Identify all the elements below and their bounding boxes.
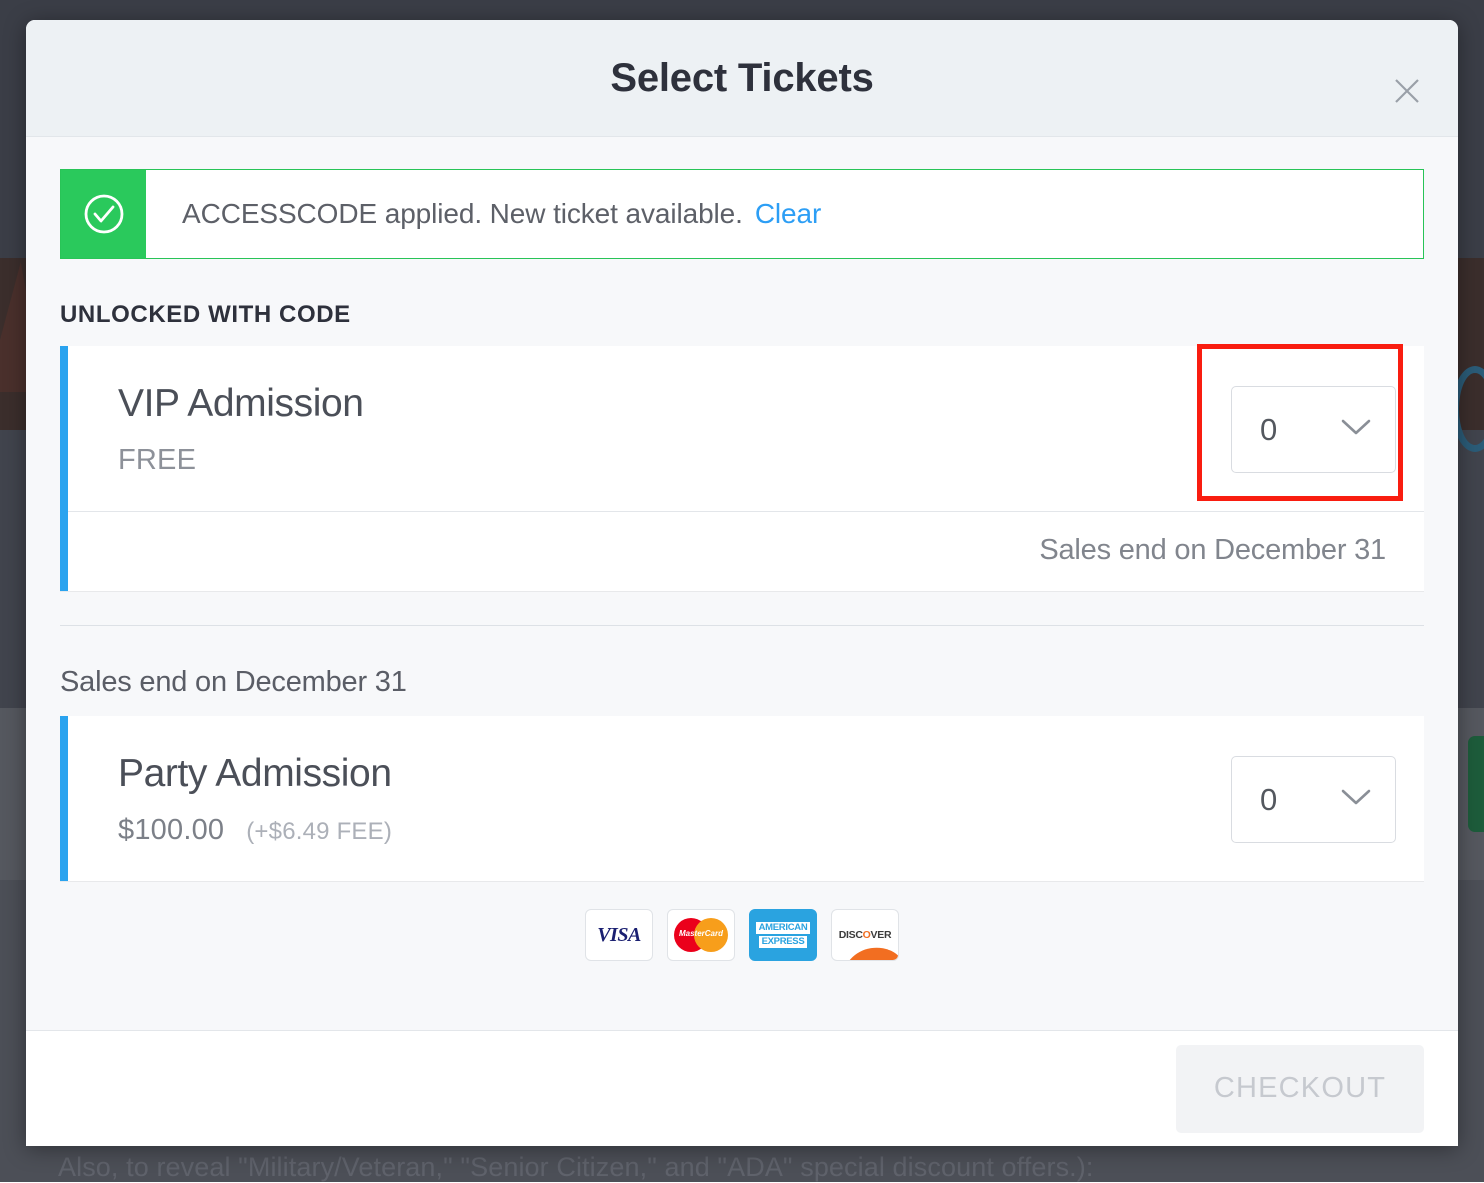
select-tickets-modal: Select Tickets ACCESSCODE applied. New t… [26, 20, 1458, 1146]
discover-icon: DISCOVER [831, 909, 899, 961]
quantity-area-party: 0 [1231, 756, 1396, 843]
alert-message: ACCESSCODE applied. New ticket available… [182, 198, 743, 230]
quantity-select-vip[interactable]: 0 [1231, 386, 1396, 473]
page-title: Select Tickets [610, 56, 873, 101]
quantity-value: 0 [1260, 412, 1277, 448]
ticket-main-row: Party Admission $100.00 (+$6.49 FEE) 0 [68, 716, 1424, 881]
mastercard-label: MasterCard [674, 929, 728, 938]
ticket-card-vip: VIP Admission FREE 0 [60, 346, 1424, 591]
amex-label-line2: EXPRESS [759, 936, 808, 948]
ticket-fee: (+$6.49 FEE) [246, 818, 392, 846]
modal-footer: CHECKOUT [26, 1030, 1458, 1146]
section-label-sales-end: Sales end on December 31 [60, 666, 1424, 699]
ticket-main-row: VIP Admission FREE 0 [68, 346, 1424, 511]
section-label-unlocked: UNLOCKED WITH CODE [60, 301, 1424, 329]
amex-label-line1: AMERICAN [756, 922, 811, 934]
checkout-button[interactable]: CHECKOUT [1176, 1045, 1424, 1133]
access-code-alert: ACCESSCODE applied. New ticket available… [60, 169, 1424, 259]
ticket-price-row: FREE [118, 444, 364, 477]
ticket-price: $100.00 [118, 814, 224, 847]
quantity-area-vip: 0 [1231, 386, 1396, 473]
ticket-price-row: $100.00 (+$6.49 FEE) [118, 814, 392, 847]
american-express-icon: AMERICAN EXPRESS [749, 909, 817, 961]
ticket-info: VIP Admission FREE [118, 382, 364, 477]
modal-body: ACCESSCODE applied. New ticket available… [26, 137, 1458, 1030]
modal-header: Select Tickets [26, 20, 1458, 137]
quantity-select-party[interactable]: 0 [1231, 756, 1396, 843]
discover-label: DISCOVER [839, 929, 891, 941]
close-icon[interactable] [1386, 70, 1428, 112]
ticket-price: FREE [118, 444, 196, 477]
backdrop-green-button [1468, 736, 1484, 832]
visa-label: VISA [597, 924, 641, 947]
visa-icon: VISA [585, 909, 653, 961]
discover-swoosh [840, 943, 899, 961]
ticket-sales-end-note: Sales end on December 31 [68, 511, 1424, 591]
quantity-value: 0 [1260, 782, 1277, 818]
payment-methods: VISA MasterCard AMERICAN EXPRESS DISCOVE… [60, 881, 1424, 985]
check-circle-icon [61, 170, 146, 258]
alert-text: ACCESSCODE applied. New ticket available… [146, 170, 821, 258]
clear-code-link[interactable]: Clear [755, 198, 821, 230]
section-divider [60, 625, 1424, 626]
mastercard-icon: MasterCard [667, 909, 735, 961]
backdrop-text: Also, to reveal "Military/Veteran," "Sen… [58, 1152, 1093, 1183]
ticket-info: Party Admission $100.00 (+$6.49 FEE) [118, 752, 392, 847]
ticket-card-party: Party Admission $100.00 (+$6.49 FEE) 0 [60, 716, 1424, 881]
chevron-down-icon [1339, 786, 1373, 813]
ticket-name: Party Admission [118, 752, 392, 796]
ticket-name: VIP Admission [118, 382, 364, 426]
chevron-down-icon [1339, 416, 1373, 443]
